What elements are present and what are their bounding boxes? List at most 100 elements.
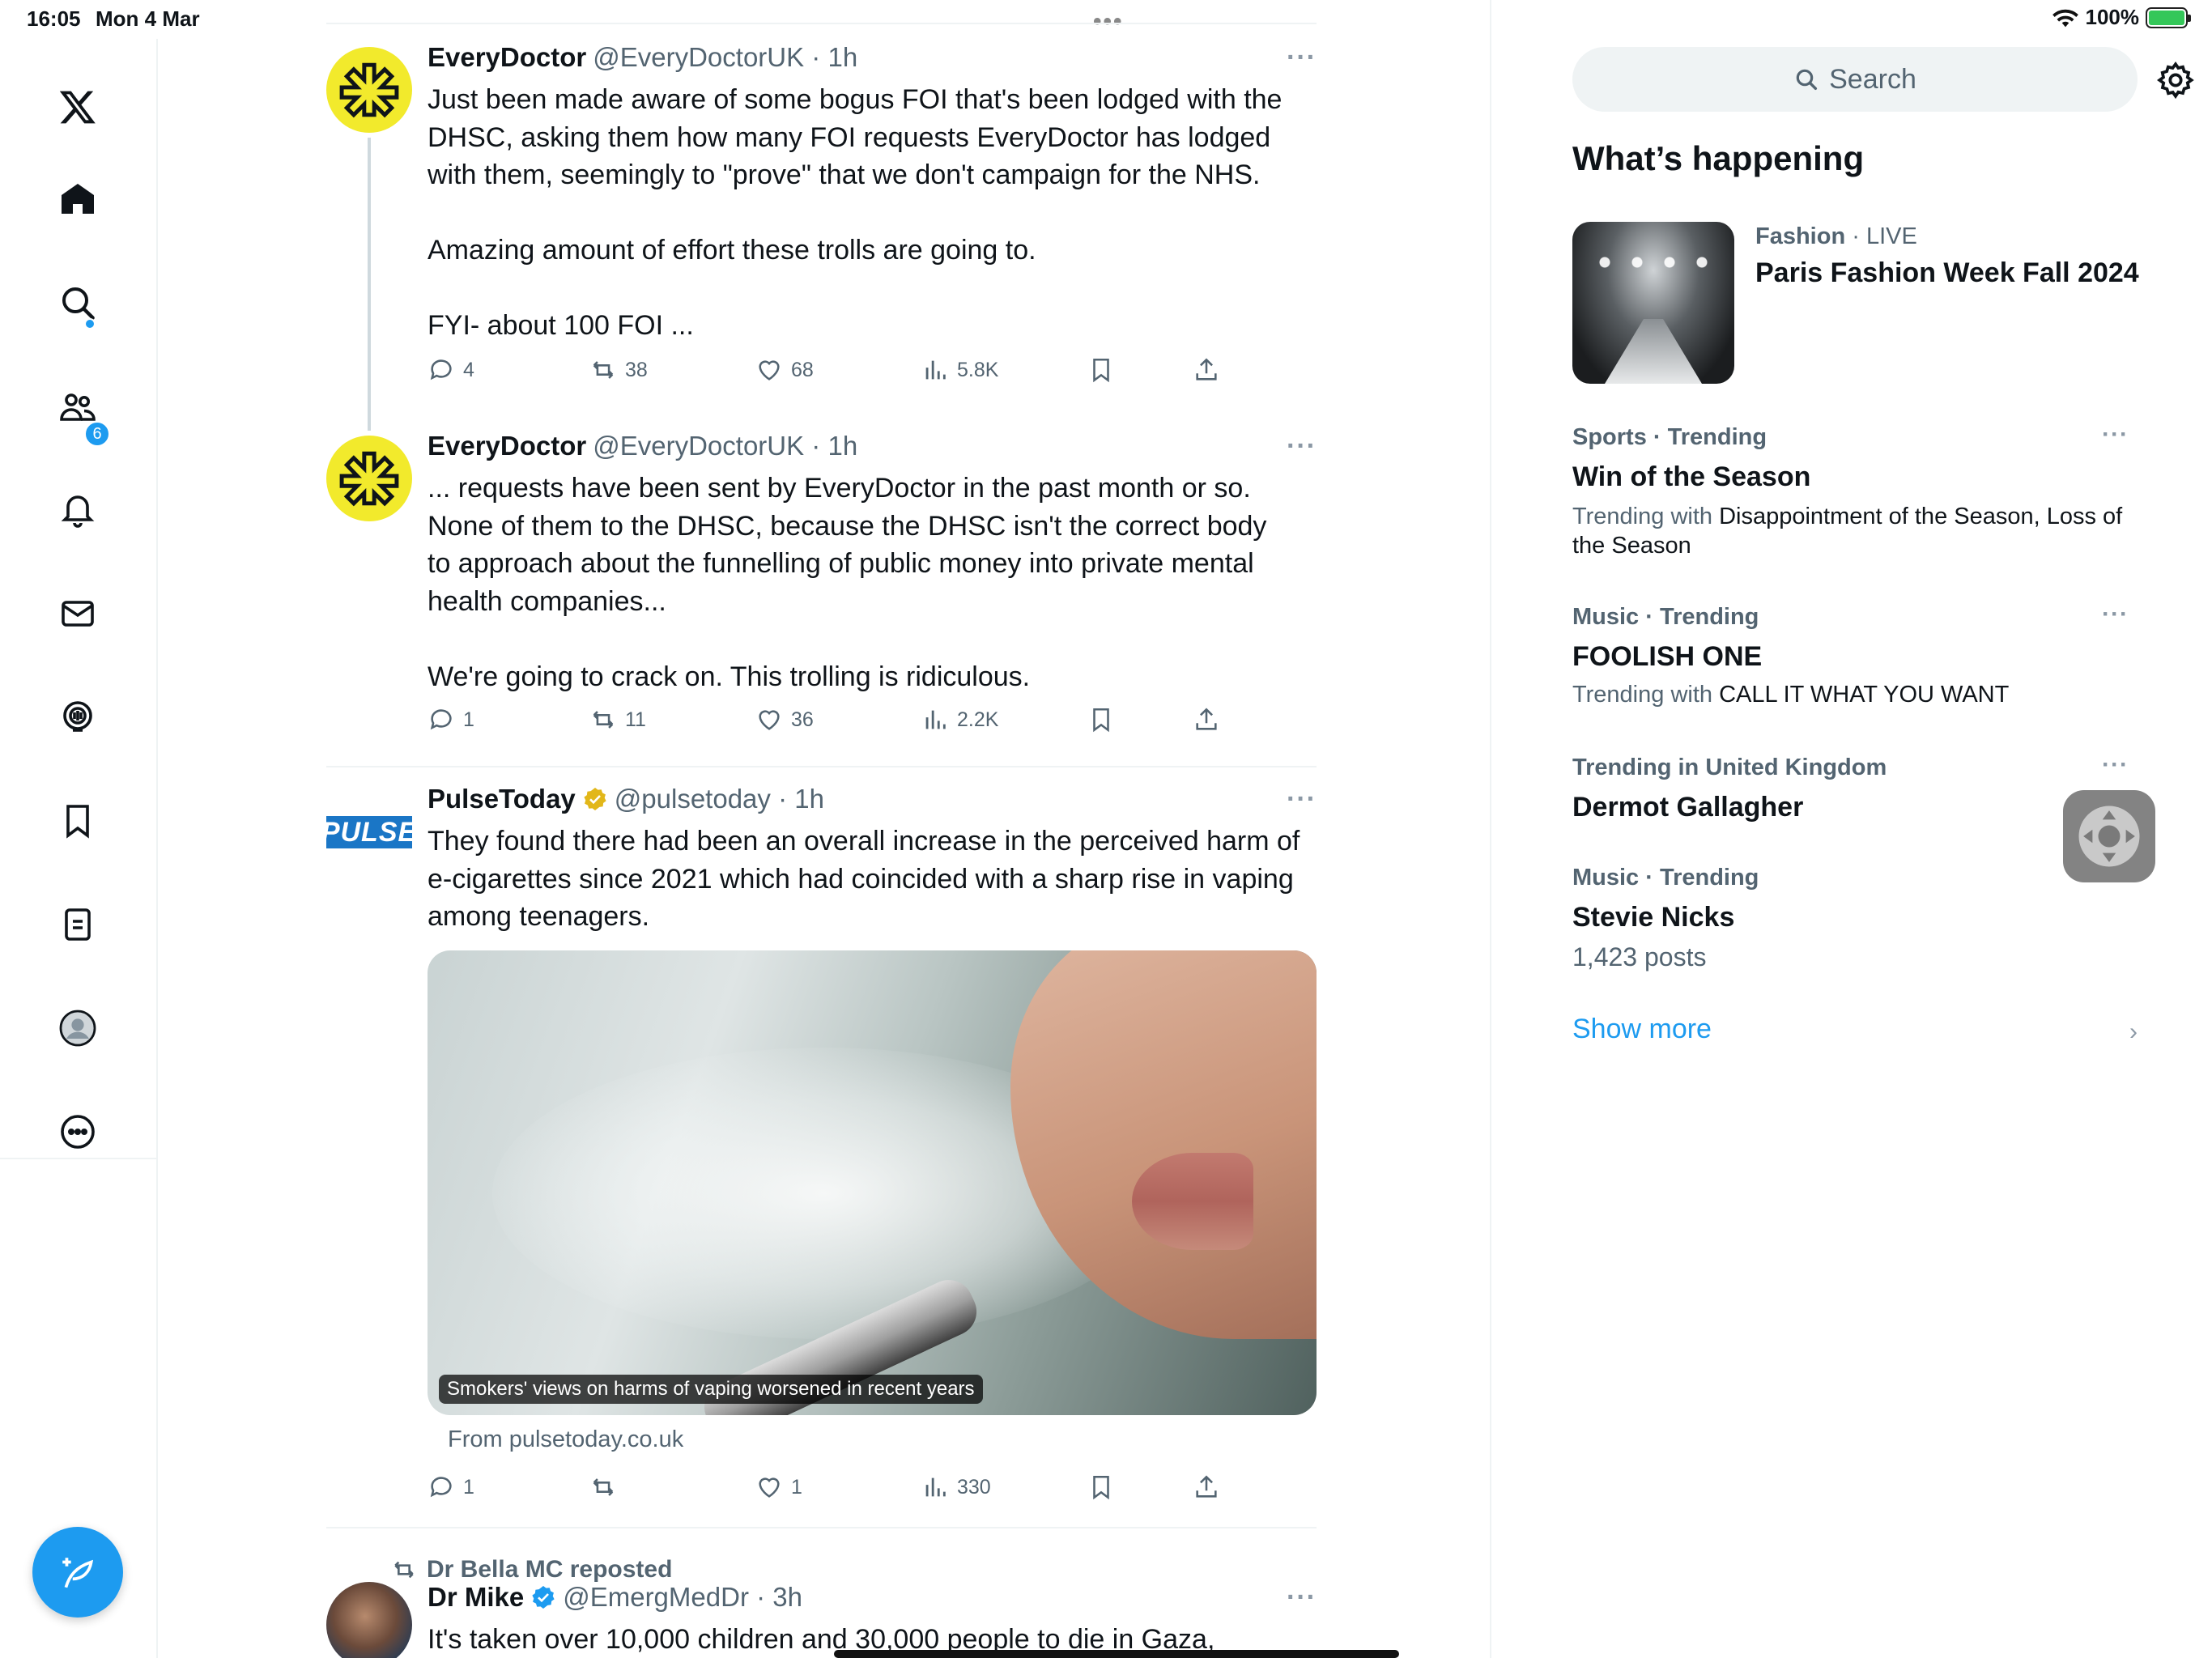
tweet-link-card-image[interactable]: Smokers' views on harms of vaping worsen… bbox=[428, 950, 1317, 1415]
trend-more-button[interactable]: ··· bbox=[2102, 751, 2129, 779]
status-time: 16:05 bbox=[27, 6, 81, 31]
tweet-more-button[interactable]: ··· bbox=[1287, 784, 1317, 815]
reply-count: 1 bbox=[463, 708, 474, 731]
link-card-domain[interactable]: From pulsetoday.co.uk bbox=[448, 1426, 683, 1453]
reply-icon bbox=[430, 359, 452, 380]
tweet-author-name[interactable]: EveryDoctor bbox=[428, 431, 586, 461]
bookmark-icon bbox=[1093, 708, 1109, 733]
featured-trend-title[interactable]: Paris Fashion Week Fall 2024 bbox=[1755, 257, 2139, 289]
bookmark-icon bbox=[1093, 1475, 1109, 1500]
share-icon bbox=[1196, 1475, 1217, 1498]
tweet-more-button[interactable]: ··· bbox=[1287, 431, 1317, 462]
views-button[interactable]: 5.8K bbox=[921, 356, 998, 384]
repost-icon bbox=[394, 1561, 414, 1579]
like-button[interactable]: 36 bbox=[755, 706, 814, 733]
views-count: 330 bbox=[957, 1475, 991, 1499]
compose-button[interactable] bbox=[32, 1527, 123, 1618]
notifications-icon[interactable] bbox=[50, 483, 105, 538]
tweet-actions: 1 1 330 bbox=[428, 1473, 1237, 1509]
trend-more-button[interactable]: ··· bbox=[2102, 601, 2129, 628]
drmike-avatar[interactable] bbox=[326, 1582, 412, 1658]
tweet-text: They found there had been an overall inc… bbox=[428, 826, 1300, 932]
tweet-handle[interactable]: @pulsetoday · 1h bbox=[615, 784, 824, 814]
tweet-author-name[interactable]: PulseToday bbox=[428, 784, 576, 814]
search-icon[interactable] bbox=[50, 275, 105, 330]
everydoctor-avatar[interactable] bbox=[326, 436, 412, 521]
show-more-link[interactable]: Show more bbox=[1572, 1014, 1712, 1045]
trend-related: Trending with Disappointment of the Seas… bbox=[1572, 502, 2139, 560]
assistive-touch-button[interactable] bbox=[2063, 790, 2155, 882]
wifi-icon bbox=[2052, 9, 2078, 27]
search-input[interactable]: Search bbox=[1572, 47, 2138, 112]
thread-line bbox=[368, 138, 371, 431]
reply-button[interactable]: 1 bbox=[428, 706, 474, 733]
tweet-more-button[interactable]: ··· bbox=[1287, 42, 1317, 74]
like-button[interactable]: 1 bbox=[755, 1473, 802, 1501]
tweet-handle[interactable]: @EveryDoctorUK · 1h bbox=[593, 431, 857, 461]
repost-label[interactable]: Dr Bella MC reposted bbox=[427, 1556, 672, 1584]
tweet-handle[interactable]: @EmergMedDr · 3h bbox=[563, 1582, 802, 1613]
tweet-handle[interactable]: @EveryDoctorUK · 1h bbox=[593, 42, 857, 73]
timeline-top-border bbox=[326, 23, 1317, 24]
reply-button[interactable]: 1 bbox=[428, 1473, 474, 1501]
trend-category: Sports · Trending bbox=[1572, 424, 1767, 450]
trend-category: Trending in United Kingdom bbox=[1572, 755, 1887, 780]
settings-gear-icon[interactable] bbox=[2155, 60, 2196, 100]
pulsetoday-avatar[interactable]: PULSE bbox=[321, 816, 416, 848]
thumbnail-lights bbox=[1589, 246, 1718, 278]
bookmark-button[interactable] bbox=[1087, 356, 1115, 384]
share-button[interactable] bbox=[1193, 706, 1220, 733]
share-button[interactable] bbox=[1193, 1473, 1220, 1501]
compose-feather-icon bbox=[62, 1558, 94, 1588]
repost-button[interactable]: 11 bbox=[589, 706, 646, 733]
tweet-author-name[interactable]: EveryDoctor bbox=[428, 42, 586, 73]
battery-percent: 100% bbox=[2085, 5, 2140, 29]
media-lips bbox=[1132, 1153, 1253, 1250]
trend-more-button[interactable]: ··· bbox=[2102, 421, 2129, 449]
repost-count: 11 bbox=[625, 708, 646, 731]
chevron-right-icon: › bbox=[2129, 1018, 2138, 1045]
reply-icon bbox=[430, 709, 452, 730]
tweet-actions: 4 38 68 5.8K bbox=[428, 356, 1237, 392]
bookmarks-icon[interactable] bbox=[50, 793, 105, 848]
share-button[interactable] bbox=[1193, 356, 1220, 384]
views-button[interactable]: 330 bbox=[921, 1473, 991, 1501]
reply-button[interactable]: 4 bbox=[428, 356, 474, 384]
views-count: 5.8K bbox=[957, 358, 999, 381]
bookmark-button[interactable] bbox=[1087, 1473, 1115, 1501]
home-icon[interactable] bbox=[50, 172, 105, 227]
tweet-more-button[interactable]: ··· bbox=[1287, 1582, 1317, 1613]
repost-button[interactable] bbox=[589, 1473, 625, 1501]
x-logo-icon[interactable] bbox=[50, 79, 105, 134]
spaces-icon[interactable] bbox=[50, 690, 105, 745]
tweet-header: EveryDoctor @EveryDoctorUK · 1h bbox=[428, 42, 857, 73]
trend-title[interactable]: Dermot Gallagher bbox=[1572, 792, 1803, 823]
trend-with-names: CALL IT WHAT YOU WANT bbox=[1719, 682, 2010, 708]
trend-with-label: Trending with bbox=[1572, 504, 1720, 529]
fashion-week-thumbnail[interactable] bbox=[1572, 222, 1734, 384]
messages-icon[interactable] bbox=[50, 586, 105, 641]
trend-title[interactable]: Win of the Season bbox=[1572, 461, 1810, 493]
whats-happening-heading: What’s happening bbox=[1572, 139, 1865, 177]
link-card-title: Smokers' views on harms of vaping worsen… bbox=[439, 1375, 983, 1404]
reply-icon bbox=[430, 1477, 452, 1498]
trend-title[interactable]: FOOLISH ONE bbox=[1572, 641, 1762, 673]
status-right: 100% bbox=[2052, 5, 2191, 30]
like-count: 36 bbox=[791, 708, 814, 731]
bookmark-button[interactable] bbox=[1087, 706, 1115, 733]
profile-avatar-icon[interactable] bbox=[50, 1001, 105, 1056]
views-button[interactable]: 2.2K bbox=[921, 706, 998, 733]
tweet-author-name[interactable]: Dr Mike bbox=[428, 1582, 524, 1613]
more-icon[interactable] bbox=[50, 1104, 105, 1159]
trend-title[interactable]: Stevie Nicks bbox=[1572, 902, 1734, 933]
trend-category: Music · Trending bbox=[1572, 604, 1759, 630]
repost-button[interactable]: 38 bbox=[589, 356, 648, 384]
featured-trend-category: Fashion · LIVE bbox=[1755, 223, 1917, 250]
like-button[interactable]: 68 bbox=[755, 356, 814, 384]
reply-count: 4 bbox=[463, 358, 474, 381]
featured-live: · LIVE bbox=[1845, 223, 1917, 249]
everydoctor-avatar[interactable] bbox=[326, 47, 412, 133]
repost-icon bbox=[593, 1478, 614, 1496]
lists-icon[interactable] bbox=[50, 897, 105, 952]
home-indicator[interactable] bbox=[834, 1650, 1399, 1658]
